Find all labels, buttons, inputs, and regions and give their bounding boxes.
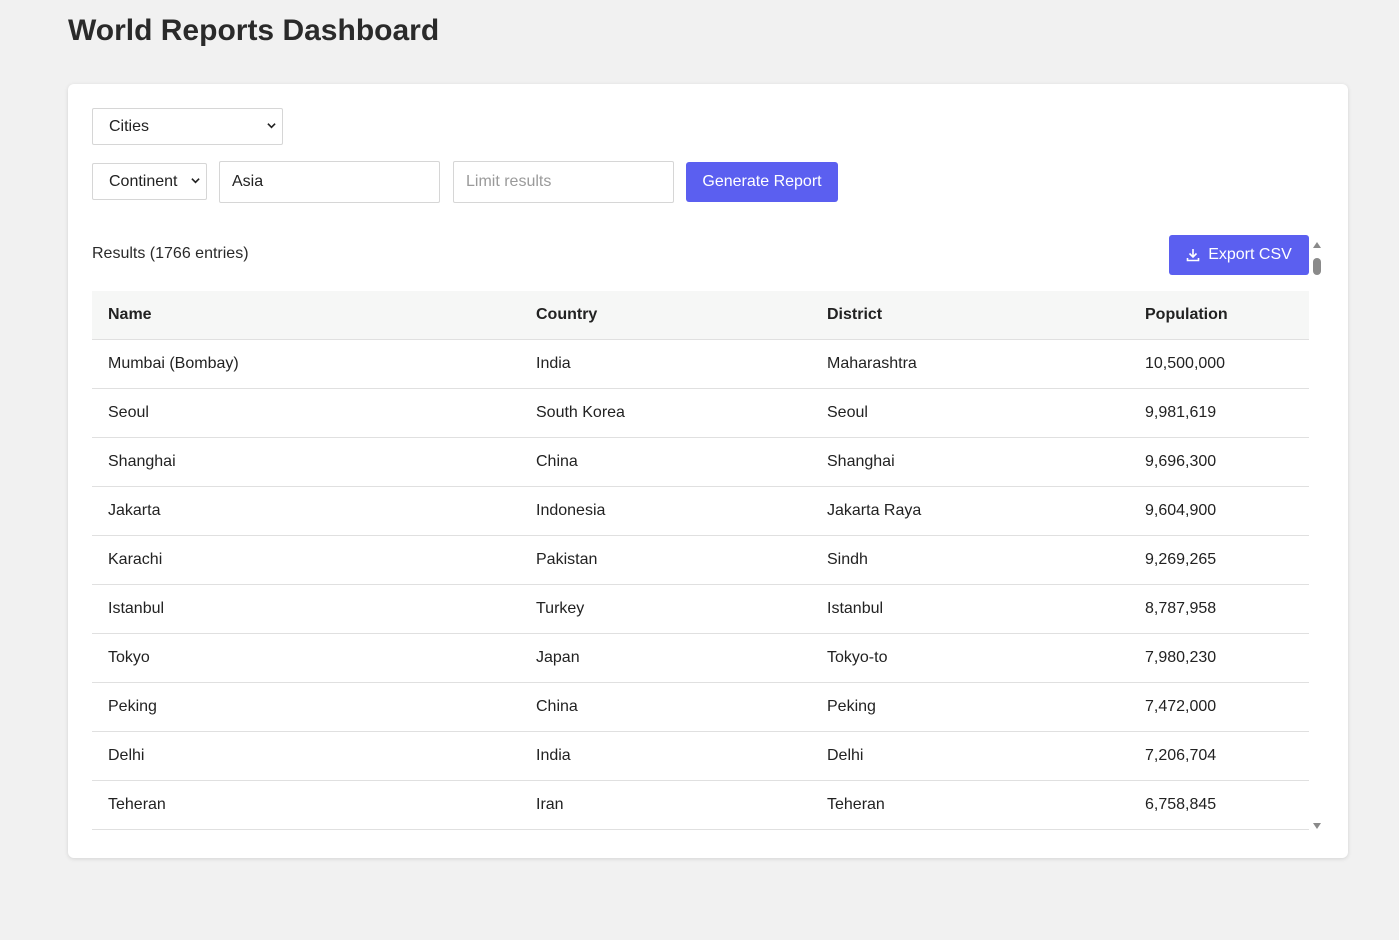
cell-country: India [520, 731, 811, 781]
cell-population: 9,981,619 [1129, 388, 1309, 438]
table-row: Teheran Iran Teheran 6,758,845 [92, 780, 1309, 830]
cell-country: Indonesia [520, 486, 811, 536]
cell-district: Teheran [811, 780, 1129, 830]
cell-population: 9,269,265 [1129, 535, 1309, 585]
cell-country: Iran [520, 780, 811, 830]
cell-name: Seoul [92, 388, 520, 438]
cell-population: 9,604,900 [1129, 486, 1309, 536]
cell-district: Tokyo-to [811, 633, 1129, 683]
chevron-down-icon [267, 122, 276, 128]
cell-name: Istanbul [92, 584, 520, 634]
cell-name: Mumbai (Bombay) [92, 339, 520, 389]
cell-district: Sindh [811, 535, 1129, 585]
cell-district: Seoul [811, 388, 1129, 438]
cell-name: Karachi [92, 535, 520, 585]
table-row: Tokyo Japan Tokyo-to 7,980,230 [92, 633, 1309, 683]
cell-population: 10,500,000 [1129, 339, 1309, 389]
cell-country: Turkey [520, 584, 811, 634]
table-row: Shanghai China Shanghai 9,696,300 [92, 437, 1309, 487]
report-type-value: Cities [109, 117, 150, 135]
cell-country: China [520, 682, 811, 732]
table-row: Mumbai (Bombay) India Maharashtra 10,500… [92, 339, 1309, 389]
column-header-country[interactable]: Country [520, 291, 811, 340]
table-row: Jakarta Indonesia Jakarta Raya 9,604,900 [92, 486, 1309, 536]
cell-name: Shanghai [92, 437, 520, 487]
cell-country: South Korea [520, 388, 811, 438]
cell-country: Pakistan [520, 535, 811, 585]
results-summary: Results (1766 entries) [92, 245, 249, 262]
cell-population: 6,758,845 [1129, 780, 1309, 830]
table-row: Peking China Peking 7,472,000 [92, 682, 1309, 732]
cell-population: 8,787,958 [1129, 584, 1309, 634]
cell-district: Peking [811, 682, 1129, 732]
export-csv-label: Export CSV [1208, 246, 1292, 263]
scroll-up-arrow-icon[interactable] [1313, 242, 1321, 248]
report-type-select[interactable]: Cities [92, 108, 283, 145]
cell-district: Delhi [811, 731, 1129, 781]
cell-population: 7,472,000 [1129, 682, 1309, 732]
cell-district: Jakarta Raya [811, 486, 1129, 536]
table-row: Seoul South Korea Seoul 9,981,619 [92, 388, 1309, 438]
cell-population: 7,206,704 [1129, 731, 1309, 781]
cell-population: 9,696,300 [1129, 437, 1309, 487]
scrollbar-thumb[interactable] [1313, 258, 1321, 275]
chevron-down-icon [191, 177, 200, 183]
results-table-container: Name Country District Population Mumbai … [92, 291, 1309, 831]
cell-district: Istanbul [811, 584, 1129, 634]
filter-value-input[interactable] [219, 161, 440, 203]
cell-district: Maharashtra [811, 339, 1129, 389]
cell-district: Shanghai [811, 437, 1129, 487]
export-csv-button[interactable]: Export CSV [1169, 235, 1309, 275]
cell-name: Teheran [92, 780, 520, 830]
table-row: Delhi India Delhi 7,206,704 [92, 731, 1309, 781]
cell-country: Japan [520, 633, 811, 683]
cell-name: Delhi [92, 731, 520, 781]
cell-name: Peking [92, 682, 520, 732]
table-row: Karachi Pakistan Sindh 9,269,265 [92, 535, 1309, 585]
cell-population: 7,980,230 [1129, 633, 1309, 683]
download-icon [1186, 249, 1200, 262]
scroll-down-arrow-icon[interactable] [1313, 823, 1321, 829]
table-header-row: Name Country District Population [92, 291, 1309, 340]
limit-results-input[interactable] [453, 161, 674, 203]
filter-type-select[interactable]: Continent [92, 163, 207, 200]
report-card: Cities Continent Generate Report Results… [68, 84, 1348, 858]
filter-type-value: Continent [109, 172, 178, 190]
results-scrollbar[interactable] [1312, 239, 1322, 829]
cell-country: China [520, 437, 811, 487]
page-title: World Reports Dashboard [68, 14, 440, 47]
cell-name: Jakarta [92, 486, 520, 536]
column-header-district[interactable]: District [811, 291, 1129, 340]
cell-name: Tokyo [92, 633, 520, 683]
column-header-name[interactable]: Name [92, 291, 520, 340]
results-table: Name Country District Population Mumbai … [92, 291, 1309, 830]
table-row: Istanbul Turkey Istanbul 8,787,958 [92, 584, 1309, 634]
column-header-population[interactable]: Population [1129, 291, 1309, 340]
cell-country: India [520, 339, 811, 389]
generate-report-button[interactable]: Generate Report [686, 162, 838, 202]
